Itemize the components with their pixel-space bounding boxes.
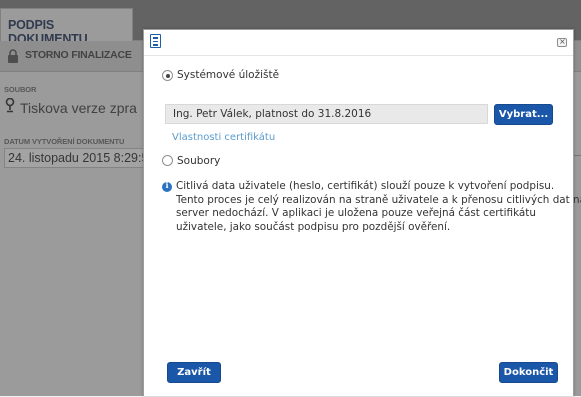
radio-files[interactable] <box>162 155 173 166</box>
sign-dialog: × Systémové úložiště Ing. Petr Válek, pl… <box>143 29 581 396</box>
radio-system-storage[interactable] <box>162 70 173 81</box>
info-line: uživatele, jako součást podpisu pro pozd… <box>176 220 451 233</box>
close-icon[interactable]: × <box>557 37 567 47</box>
option-files-label: Soubory <box>177 155 221 167</box>
certificate-properties-link[interactable]: Vlastnosti certifikátu <box>172 132 275 143</box>
form-icon <box>150 34 161 48</box>
info-line: Citlivá data uživatele (heslo, certifiká… <box>176 180 555 192</box>
option-system-storage-label: Systémové úložiště <box>177 69 280 81</box>
certificate-value: Ing. Petr Válek, platnost do 31.8.2016 <box>173 108 372 120</box>
info-line: server nedochází. V aplikaci je uložena … <box>176 207 536 219</box>
info-text: Citlivá data uživatele (heslo, certifiká… <box>176 180 581 234</box>
info-line: Tento proces je celý realizován na stran… <box>176 193 581 206</box>
dialog-header: × <box>144 30 573 56</box>
info-icon: i <box>162 180 172 192</box>
select-certificate-button[interactable]: Vybrat... <box>494 104 553 125</box>
certificate-field: Ing. Petr Válek, platnost do 31.8.2016 <box>165 104 488 124</box>
finish-button[interactable]: Dokončit <box>499 362 558 383</box>
close-button[interactable]: Zavřít <box>167 362 221 383</box>
